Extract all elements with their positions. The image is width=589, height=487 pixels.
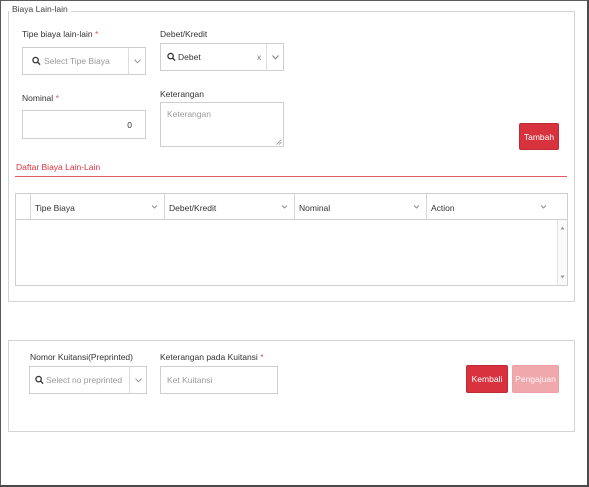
chevron-down-icon	[133, 58, 141, 64]
keterangan-textarea[interactable]: Keterangan	[160, 102, 284, 147]
nomor-kuitansi-select[interactable]: Select no preprinted	[29, 366, 147, 394]
chevron-down-icon	[151, 205, 158, 209]
grid-column-action[interactable]: Action	[427, 194, 553, 220]
chevron-down-icon	[540, 205, 547, 209]
search-icon	[167, 52, 176, 62]
grid-column-debet-kredit[interactable]: Debet/Kredit	[165, 194, 295, 220]
tipe-biaya-dropdown-toggle[interactable]	[128, 48, 145, 74]
grid-scrollbar[interactable]	[557, 220, 567, 285]
clear-icon[interactable]: x	[257, 52, 261, 62]
grid-header: Tipe Biaya Debet/Kredit Nominal Action	[16, 194, 567, 220]
search-icon	[35, 375, 44, 385]
debet-kredit-value: Debet	[178, 52, 201, 62]
grid-column-nominal[interactable]: Nominal	[295, 194, 427, 220]
tipe-biaya-label: Tipe biaya lain-lain *	[22, 29, 99, 39]
keterangan-kuitansi-placeholder: Ket Kuitansi	[167, 375, 213, 385]
debet-kredit-dropdown-toggle[interactable]	[266, 44, 283, 70]
debet-kredit-select[interactable]: Debet x	[160, 43, 284, 71]
daftar-divider	[15, 176, 567, 177]
grid-header-label: Nominal	[299, 203, 331, 213]
grid-column-tipe-biaya[interactable]: Tipe Biaya	[31, 194, 165, 220]
keterangan-kuitansi-input[interactable]: Ket Kuitansi	[160, 366, 278, 394]
debet-kredit-label: Debet/Kredit	[160, 29, 208, 39]
required-marker: *	[55, 93, 59, 103]
chevron-down-icon	[134, 377, 142, 383]
nominal-value: 0	[127, 119, 132, 130]
chevron-down-icon	[413, 205, 420, 209]
biaya-grid: Tipe Biaya Debet/Kredit Nominal Action	[15, 193, 568, 286]
kembali-button[interactable]: Kembali	[466, 365, 508, 393]
nomor-kuitansi-dropdown-toggle[interactable]	[129, 367, 146, 393]
daftar-biaya-title: Daftar Biaya Lain-Lain	[16, 162, 101, 172]
scroll-down-icon[interactable]	[560, 275, 565, 279]
nomor-kuitansi-label: Nomor Kuitansi(Preprinted)	[30, 352, 133, 362]
grid-column-spacer	[16, 194, 31, 220]
search-icon	[32, 56, 41, 66]
chevron-down-icon	[281, 205, 288, 209]
grid-header-label: Tipe Biaya	[35, 203, 75, 213]
nomor-kuitansi-placeholder: Select no preprinted	[46, 375, 123, 385]
tipe-biaya-placeholder: Select Tipe Biaya	[44, 56, 110, 66]
grid-header-label: Debet/Kredit	[169, 203, 217, 213]
chevron-down-icon	[271, 54, 279, 60]
resize-handle-icon[interactable]	[276, 139, 282, 145]
nominal-input[interactable]: 0	[22, 110, 146, 139]
required-marker: *	[94, 29, 99, 39]
required-marker: *	[260, 352, 264, 362]
pengajuan-button[interactable]: Pengajuan	[512, 365, 559, 393]
keterangan-placeholder: Keterangan	[167, 109, 211, 119]
keterangan-label: Keterangan	[160, 89, 204, 99]
keterangan-kuitansi-label: Keterangan pada Kuitansi *	[160, 352, 264, 362]
biaya-lain-legend: Biaya Lain-lain	[9, 4, 71, 14]
scroll-up-icon[interactable]	[560, 226, 565, 230]
tipe-biaya-select[interactable]: Select Tipe Biaya	[22, 47, 146, 75]
nominal-label: Nominal *	[22, 93, 59, 103]
tambah-button[interactable]: Tambah	[519, 123, 559, 150]
grid-header-label: Action	[431, 203, 455, 213]
